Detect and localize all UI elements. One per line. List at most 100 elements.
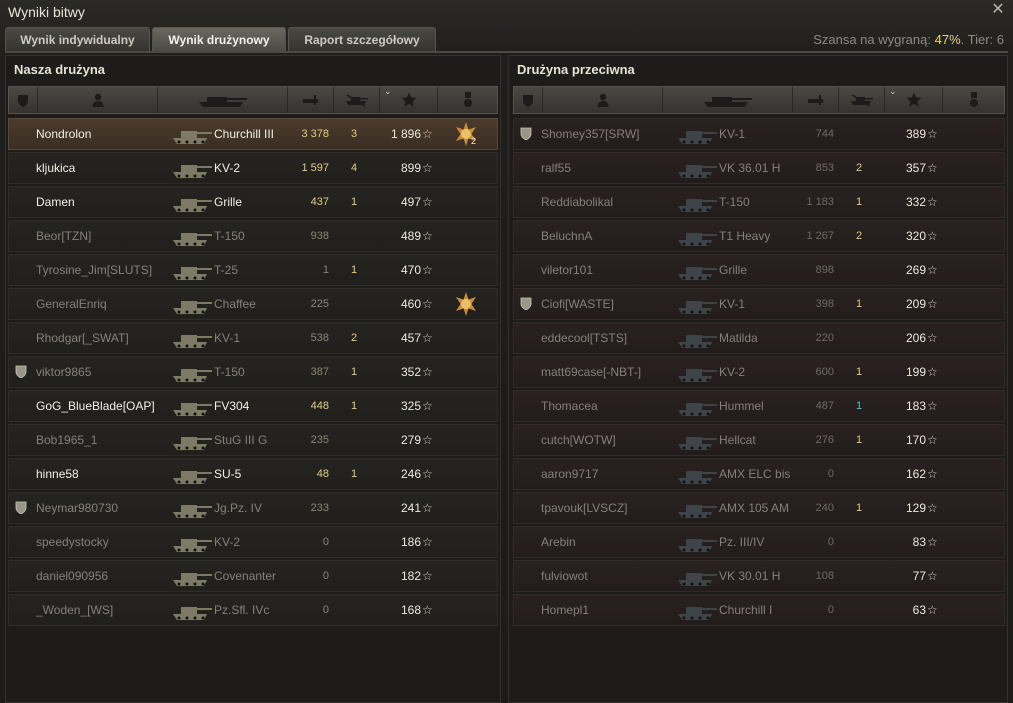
tank-name: T-150 [719, 195, 750, 209]
player-name[interactable]: Nondrolon [36, 119, 164, 149]
squad-column-header[interactable] [9, 87, 38, 113]
player-name[interactable]: Ciofi[WASTE] [541, 289, 669, 319]
table-row[interactable]: BeluchnA T1 Heavy 1 267 2 320 ☆ [513, 220, 1005, 252]
tab-detailed-report[interactable]: Raport szczegółowy [288, 27, 436, 51]
table-row[interactable]: hinne58 SU-5 48 1 246 ☆ [8, 458, 498, 490]
table-row[interactable]: Neymar980730 Jg.Pz. IV 233 241 ☆ [8, 492, 498, 524]
table-row[interactable]: viletor101 Grille 898 269 ☆ [513, 254, 1005, 286]
table-row[interactable]: cutch[WOTW] Hellcat 276 1 170 ☆ [513, 424, 1005, 456]
close-button[interactable]: ✕ [989, 1, 1007, 19]
table-row[interactable]: Thomacea Hummel 487 1 183 ☆ [513, 390, 1005, 422]
tank-column-header[interactable] [158, 87, 288, 113]
table-row[interactable]: Reddiabolikal T-150 1 183 1 332 ☆ [513, 186, 1005, 218]
tank-thumbnail-icon [169, 561, 213, 591]
tank-name: T-150 [214, 229, 245, 243]
damage-value: 398 [815, 298, 834, 310]
table-row[interactable]: GoG_BlueBlade[OAP] FV304 448 1 325 ☆ [8, 390, 498, 422]
medal-cell [453, 187, 479, 217]
tank-thumbnail-icon [674, 527, 718, 557]
player-name[interactable]: Rhodgar[_SWAT] [36, 323, 164, 353]
table-row[interactable]: Bob1965_1 StuG III G 235 279 ☆ [8, 424, 498, 456]
medal-icon[interactable] [453, 292, 479, 320]
star-icon: ☆ [927, 263, 938, 277]
medal-column-header[interactable] [438, 87, 497, 113]
table-row[interactable]: eddecool[TSTS] Matilda 220 206 ☆ [513, 322, 1005, 354]
table-row[interactable]: Shomey357[SRW] KV-1 744 389 ☆ [513, 118, 1005, 150]
player-name[interactable]: matt69case[-NBT-] [541, 357, 669, 387]
table-row[interactable]: Rhodgar[_SWAT] KV-1 538 2 457 ☆ [8, 322, 498, 354]
star-icon: ☆ [422, 331, 433, 345]
damage-value: 437 [310, 196, 329, 208]
table-row[interactable]: Homepl1 Churchill I 0 63 ☆ [513, 594, 1005, 626]
player-name[interactable]: hinne58 [36, 459, 164, 489]
table-row[interactable]: speedystocky KV-2 0 186 ☆ [8, 526, 498, 558]
player-name[interactable]: daniel090956 [36, 561, 164, 591]
table-row[interactable]: Tyrosine_Jim[SLUTS] T-25 1 1 470 ☆ [8, 254, 498, 286]
table-row[interactable]: Ciofi[WASTE] KV-1 398 1 209 ☆ [513, 288, 1005, 320]
squad-cell [520, 187, 536, 217]
player-name[interactable]: Tyrosine_Jim[SLUTS] [36, 255, 164, 285]
player-name[interactable]: Arebin [541, 527, 669, 557]
table-row[interactable]: viktor9865 T-150 387 1 352 ☆ [8, 356, 498, 388]
damage-column-header[interactable] [288, 87, 334, 113]
our-team-title: Nasza drużyna [14, 62, 106, 77]
kills-column-header[interactable] [334, 87, 380, 113]
table-row[interactable]: Damen Grille 437 1 497 ☆ [8, 186, 498, 218]
tank-thumbnail-icon [169, 187, 213, 217]
xp-column-header[interactable]: ⌄ [380, 86, 438, 113]
player-name[interactable]: GoG_BlueBlade[OAP] [36, 391, 164, 421]
table-row[interactable]: fulviowot VK 30.01 H 108 77 ☆ [513, 560, 1005, 592]
squad-column-header[interactable] [514, 87, 543, 113]
player-name[interactable]: Homepl1 [541, 595, 669, 625]
player-column-header[interactable] [38, 87, 158, 113]
table-row[interactable]: aaron9717 AMX ELC bis 0 162 ☆ [513, 458, 1005, 490]
player-name[interactable]: GeneralEnriq [36, 289, 164, 319]
tab-individual-result[interactable]: Wynik indywidualny [5, 27, 150, 51]
kills-value: 2 [350, 332, 358, 344]
medal-cell [453, 221, 479, 251]
player-column-header[interactable] [543, 87, 663, 113]
table-row[interactable]: ralf55 VK 36.01 H 853 2 357 ☆ [513, 152, 1005, 184]
player-name[interactable]: Thomacea [541, 391, 669, 421]
player-name[interactable]: Bob1965_1 [36, 425, 164, 455]
table-row[interactable]: daniel090956 Covenanter 0 182 ☆ [8, 560, 498, 592]
player-name[interactable]: ralf55 [541, 153, 669, 183]
player-name[interactable]: eddecool[TSTS] [541, 323, 669, 353]
tab-team-result[interactable]: Wynik drużynowy [152, 27, 286, 51]
table-row[interactable]: kljukica KV-2 1 597 4 899 ☆ [8, 152, 498, 184]
player-name[interactable]: Reddiabolikal [541, 187, 669, 217]
table-row[interactable]: Arebin Pz. III/IV 0 83 ☆ [513, 526, 1005, 558]
player-name[interactable]: cutch[WOTW] [541, 425, 669, 455]
table-row[interactable]: Beor[TZN] T-150 938 489 ☆ [8, 220, 498, 252]
table-row[interactable]: tpavouk[LVSCZ] AMX 105 AM 240 1 129 ☆ [513, 492, 1005, 524]
player-name[interactable]: Damen [36, 187, 164, 217]
tank-icon [703, 97, 752, 107]
damage-value: 240 [815, 502, 834, 514]
player-name[interactable]: aaron9717 [541, 459, 669, 489]
player-name[interactable]: Neymar980730 [36, 493, 164, 523]
medal-column-header[interactable] [943, 87, 1004, 113]
player-name[interactable]: Shomey357[SRW] [541, 119, 669, 149]
table-row[interactable]: GeneralEnriq Chaffee 225 460 ☆ [8, 288, 498, 320]
player-name[interactable]: speedystocky [36, 527, 164, 557]
player-name[interactable]: _Woden_[WS] [36, 595, 164, 625]
table-row[interactable]: matt69case[-NBT-] KV-2 600 1 199 ☆ [513, 356, 1005, 388]
kills-value: 2 [855, 162, 863, 174]
xp-column-header[interactable]: ⌄ [885, 86, 943, 113]
player-name[interactable]: viletor101 [541, 255, 669, 285]
player-name[interactable]: viktor9865 [36, 357, 164, 387]
player-name[interactable]: kljukica [36, 153, 164, 183]
player-name[interactable]: BeluchnA [541, 221, 669, 251]
table-row[interactable]: Nondrolon Churchill III 3 378 3 1 896 ☆ 2 [8, 118, 498, 150]
damage-value: 108 [815, 570, 834, 582]
kills-column-header[interactable] [839, 87, 885, 113]
tank-column-header[interactable] [663, 87, 793, 113]
player-name[interactable]: Beor[TZN] [36, 221, 164, 251]
player-name[interactable]: fulviowot [541, 561, 669, 591]
player-name[interactable]: tpavouk[LVSCZ] [541, 493, 669, 523]
tank-name: KV-1 [719, 127, 746, 141]
xp-value: 269 [905, 263, 926, 277]
table-row[interactable]: _Woden_[WS] Pz.Sfl. IVc 0 168 ☆ [8, 594, 498, 626]
kills-value [849, 595, 869, 625]
damage-column-header[interactable] [793, 87, 839, 113]
